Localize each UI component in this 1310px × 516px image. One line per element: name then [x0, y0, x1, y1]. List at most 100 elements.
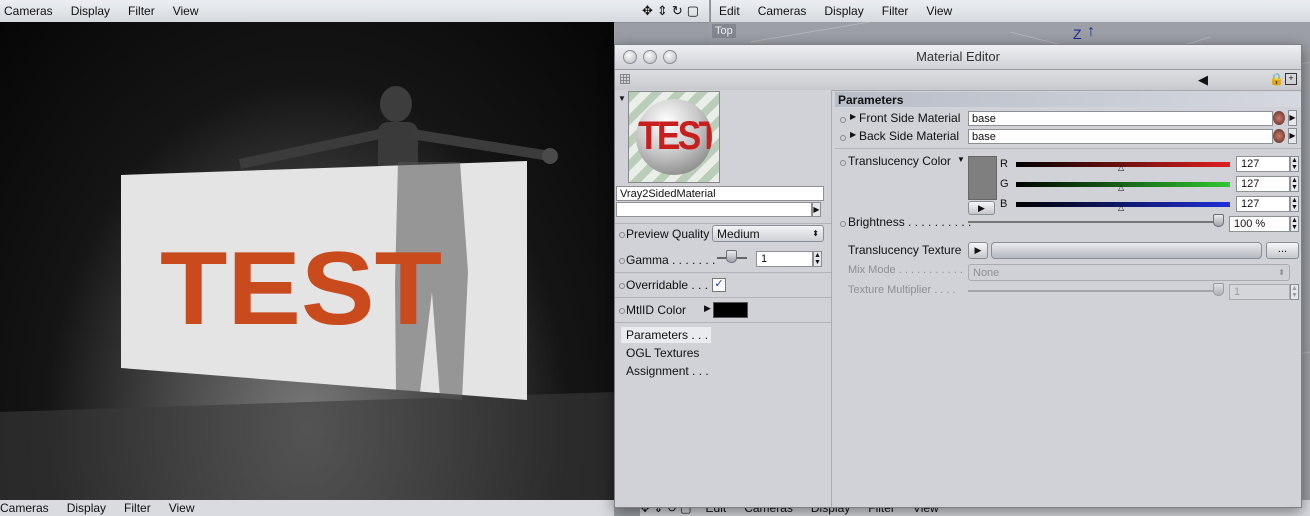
texture-multiplier-slider[interactable] [968, 290, 1218, 292]
translucency-texture-label: Translucency Texture [848, 243, 962, 257]
gamma-label: Gamma . . . . . . . [626, 253, 716, 267]
r-slider-handle[interactable]: △ [1118, 163, 1124, 172]
r-stepper[interactable]: ▲ ▼ [1290, 156, 1299, 172]
menu-view[interactable]: View [173, 4, 199, 18]
back-side-material-label: Back Side Material [859, 129, 960, 143]
right-viewport-menubar: Edit Cameras Display Filter View [710, 0, 1310, 23]
channel-parameters[interactable]: Parameters . . . . [621, 327, 711, 356]
material-preview[interactable]: TEST [628, 91, 720, 183]
left-viewport-menubar: Cameras Display Filter View [0, 0, 709, 23]
material-left-pane: ▼ TEST Vray2SidedMaterial ▶ Preview Qual… [615, 90, 832, 507]
back-side-expand-icon[interactable]: ▶ [850, 130, 856, 139]
r-label: R [1000, 158, 1008, 170]
mtlid-expand-arrow-icon[interactable]: ▶ [704, 303, 711, 314]
parameters-header: Parameters [835, 92, 1301, 107]
rotate-view-icon[interactable]: ↻ [672, 3, 683, 19]
zoom-view-icon[interactable]: ⇕ [657, 3, 668, 19]
front-side-menu-arrow[interactable]: ▶ [1288, 110, 1297, 126]
menu-cameras[interactable]: Cameras [758, 4, 807, 18]
move-view-icon[interactable]: ✥ [642, 3, 653, 19]
z-axis-arrow-icon: ↑ [1087, 23, 1095, 40]
gamma-stepper[interactable]: ▲ ▼ [813, 251, 822, 267]
translucency-texture-slot[interactable] [991, 242, 1262, 259]
front-side-material-label: Front Side Material [859, 111, 961, 125]
menu-display[interactable]: Display [67, 501, 106, 515]
mtlid-color-label: MtlID Color [626, 303, 687, 317]
mtlid-color-swatch[interactable] [713, 302, 748, 318]
bottom-left-menubar: Cameras Display Filter View [0, 500, 614, 516]
g-stepper[interactable]: ▲ ▼ [1290, 176, 1299, 192]
menu-display[interactable]: Display [824, 4, 863, 18]
g-input[interactable]: 127 [1236, 176, 1290, 192]
back-side-material-field[interactable]: base [968, 129, 1273, 144]
preview-sphere-text: TEST [638, 114, 712, 158]
translucency-color-swatch[interactable] [968, 156, 997, 200]
window-title: Material Editor [916, 49, 1000, 64]
g-slider-handle[interactable]: △ [1118, 183, 1124, 192]
back-side-face-icon[interactable] [1273, 129, 1285, 143]
back-side-menu-arrow[interactable]: ▶ [1288, 128, 1297, 144]
material-name-field[interactable]: Vray2SidedMaterial [616, 186, 824, 201]
menu-filter[interactable]: Filter [128, 4, 155, 18]
window-titlebar[interactable]: Material Editor [615, 45, 1301, 70]
menu-cameras[interactable]: Cameras [0, 501, 49, 515]
brightness-input[interactable]: 100 % [1229, 216, 1290, 232]
overridable-checkbox[interactable]: ✓ [712, 278, 726, 292]
material-editor-window: Material Editor ◀ 🔒 + ▼ TEST Vray2SidedM… [614, 44, 1302, 508]
brightness-stepper[interactable]: ▲ ▼ [1290, 216, 1299, 232]
channel-assignment[interactable]: Assignment . . . [626, 364, 709, 378]
b-label: B [1000, 198, 1008, 210]
r-input[interactable]: 127 [1236, 156, 1290, 172]
b-stepper[interactable]: ▲ ▼ [1290, 196, 1299, 212]
maximize-view-icon[interactable]: ▢ [687, 3, 699, 19]
channel-ogl-textures[interactable]: OGL Textures [626, 346, 699, 360]
layer-dropdown-arrow[interactable]: ▶ [812, 202, 821, 217]
front-side-expand-icon[interactable]: ▶ [850, 112, 856, 121]
g-label: G [1000, 178, 1009, 190]
texture-multiplier-slider-handle[interactable] [1213, 283, 1224, 296]
menu-edit[interactable]: Edit [719, 4, 740, 18]
menu-view[interactable]: View [169, 501, 195, 515]
mix-mode-label: Mix Mode . . . . . . . . . . . [848, 264, 963, 276]
b-input[interactable]: 127 [1236, 196, 1290, 212]
menu-view[interactable]: View [926, 4, 952, 18]
gamma-slider-handle[interactable] [726, 250, 737, 263]
brightness-slider[interactable] [968, 221, 1223, 223]
material-layer-field[interactable] [616, 202, 812, 217]
front-side-face-icon[interactable] [1273, 111, 1285, 125]
b-slider-handle[interactable]: △ [1118, 203, 1124, 212]
editor-toolbar: ◀ 🔒 + [615, 70, 1301, 91]
translucency-texture-browse-button[interactable]: ... [1266, 242, 1299, 259]
menu-filter[interactable]: Filter [882, 4, 909, 18]
brightness-slider-handle[interactable] [1213, 214, 1224, 227]
lock-icon[interactable]: 🔒 [1269, 72, 1284, 86]
translucency-color-dropdown-icon[interactable]: ▼ [957, 155, 965, 164]
preview-quality-select[interactable]: Medium ⬍ [712, 225, 824, 242]
texture-multiplier-input[interactable]: 1 [1229, 284, 1290, 300]
front-side-material-field[interactable]: base [968, 111, 1273, 126]
preview-quality-label: Preview Quality [626, 227, 710, 241]
brightness-label: Brightness . . . . . . . . . . [848, 215, 972, 229]
view-label: Top [712, 24, 736, 38]
z-axis-label: Z [1073, 26, 1082, 42]
translucency-color-label: Translucency Color [848, 154, 951, 168]
test-sign-text: TEST [160, 231, 442, 347]
menu-display[interactable]: Display [71, 4, 110, 18]
collapse-arrow-icon[interactable]: ▼ [618, 94, 626, 103]
overridable-label: Overridable . . . [626, 278, 709, 292]
color-picker-arrow-button[interactable]: ▶ [968, 201, 995, 215]
menu-filter[interactable]: Filter [124, 501, 151, 515]
grip-icon[interactable] [620, 74, 630, 84]
back-arrow-icon[interactable]: ◀ [1198, 72, 1208, 88]
render-viewport[interactable]: TEST [0, 22, 614, 500]
render-scene: TEST [0, 86, 614, 500]
texture-multiplier-label: Texture Multiplier . . . . [848, 284, 956, 296]
new-window-icon[interactable]: + [1285, 73, 1297, 85]
parameters-pane: Parameters ▶ Front Side Material base ▶ … [835, 90, 1301, 507]
left-viewport-nav-icons: ✥ ⇕ ↻ ▢ [642, 3, 699, 19]
translucency-texture-arrow-button[interactable]: ▶ [968, 242, 988, 259]
menu-cameras[interactable]: Cameras [4, 4, 53, 18]
gamma-input[interactable]: 1 [756, 251, 813, 267]
mix-mode-select[interactable]: None ⬍ [968, 264, 1290, 281]
texture-multiplier-stepper[interactable]: ▲ ▼ [1290, 284, 1299, 300]
